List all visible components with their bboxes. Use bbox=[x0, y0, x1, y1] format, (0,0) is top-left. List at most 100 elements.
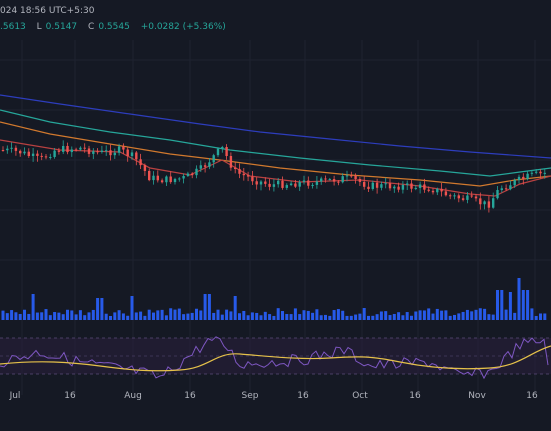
volume-bar-20 bbox=[87, 312, 91, 320]
candle-body-105 bbox=[453, 195, 456, 197]
volume-bar-102 bbox=[440, 310, 444, 320]
candle-body-63 bbox=[272, 184, 276, 187]
volume-bar-108 bbox=[465, 309, 469, 320]
candle-body-67 bbox=[289, 183, 293, 186]
candle-body-97 bbox=[418, 184, 422, 188]
volume-bar-11 bbox=[48, 315, 52, 320]
volume-bar-112 bbox=[483, 308, 487, 320]
candle-body-108 bbox=[466, 195, 469, 200]
candle-body-42 bbox=[182, 175, 185, 179]
volume-bar-3 bbox=[14, 312, 18, 320]
candle-body-112 bbox=[483, 201, 486, 205]
candle-body-111 bbox=[479, 198, 482, 205]
candle-body-18 bbox=[79, 147, 82, 150]
candle-body-19 bbox=[83, 147, 86, 149]
volume-bar-85 bbox=[367, 315, 370, 320]
volume-bar-35 bbox=[152, 312, 155, 320]
volume-bar-71 bbox=[306, 310, 310, 320]
candle-body-104 bbox=[449, 195, 452, 197]
candle-body-25 bbox=[109, 150, 112, 156]
candle-body-78 bbox=[337, 181, 340, 183]
volume-bar-76 bbox=[328, 315, 332, 320]
volume-bar-65 bbox=[281, 311, 284, 320]
volume-bar-97 bbox=[418, 310, 422, 320]
volume-bar-95 bbox=[410, 315, 413, 320]
candle-body-100 bbox=[431, 190, 435, 193]
volume-bar-44 bbox=[190, 312, 194, 320]
candle-body-91 bbox=[393, 186, 396, 189]
volume-bar-124 bbox=[534, 315, 538, 320]
x-tick-label-5: 16 bbox=[297, 391, 309, 401]
volume-bar-12 bbox=[53, 312, 57, 320]
candle-body-50 bbox=[216, 148, 220, 156]
volume-bar-84 bbox=[362, 308, 366, 320]
candle-body-27 bbox=[117, 146, 121, 153]
candle-body-125 bbox=[539, 171, 542, 174]
volume-bar-31 bbox=[134, 312, 138, 320]
candle-body-58 bbox=[251, 176, 254, 182]
candle-body-93 bbox=[401, 184, 405, 190]
candle-body-17 bbox=[74, 149, 78, 151]
volume-bar-33 bbox=[143, 315, 147, 320]
candle-body-86 bbox=[371, 182, 374, 189]
volume-bar-5 bbox=[23, 309, 26, 320]
candle-body-62 bbox=[268, 183, 271, 187]
volume-bar-18 bbox=[78, 310, 82, 320]
candle-body-13 bbox=[57, 150, 61, 152]
candle-body-24 bbox=[105, 150, 108, 152]
candle-body-106 bbox=[457, 195, 460, 199]
volume-bar-88 bbox=[379, 311, 383, 320]
x-tick-label-7: 16 bbox=[409, 391, 421, 401]
candle-body-66 bbox=[285, 185, 288, 188]
volume-bar-64 bbox=[276, 308, 280, 320]
volume-bar-113 bbox=[487, 314, 491, 320]
candle-body-96 bbox=[414, 187, 417, 189]
volume-bar-56 bbox=[242, 310, 246, 320]
candle-body-109 bbox=[470, 195, 473, 197]
volume-bar-48 bbox=[207, 294, 211, 320]
candle-body-83 bbox=[358, 179, 362, 182]
volume-bar-87 bbox=[375, 314, 379, 320]
ma-mid-line bbox=[0, 109, 551, 177]
candle-body-44 bbox=[191, 173, 194, 176]
ma-long-line bbox=[0, 94, 551, 159]
candle-body-39 bbox=[169, 176, 172, 183]
x-tick-label-8: Nov bbox=[468, 391, 486, 401]
volume-bar-49 bbox=[212, 312, 216, 320]
volume-bar-8 bbox=[35, 312, 39, 320]
candle-body-79 bbox=[341, 176, 344, 183]
volume-bar-80 bbox=[345, 315, 349, 320]
volume-bar-116 bbox=[500, 290, 504, 320]
chart-svg: Jul 16 Aug 16 Sep 16 Oct 16 Nov 16 bbox=[0, 40, 551, 401]
volume-bar-16 bbox=[70, 310, 74, 320]
volume-bar-1 bbox=[5, 313, 9, 320]
candle-body-81 bbox=[350, 175, 353, 177]
candle-body-47 bbox=[203, 165, 207, 167]
volume-bar-107 bbox=[461, 311, 465, 320]
candle-body-32 bbox=[139, 159, 142, 166]
candle-body-80 bbox=[345, 175, 349, 177]
volume-bar-115 bbox=[496, 290, 499, 320]
volume-bar-45 bbox=[195, 308, 198, 320]
candle-body-116 bbox=[500, 188, 503, 191]
volume-bar-54 bbox=[233, 296, 237, 320]
volume-bar-74 bbox=[319, 315, 323, 320]
candle-body-37 bbox=[160, 180, 164, 183]
volume-bar-26 bbox=[113, 312, 117, 320]
volume-bar-25 bbox=[109, 315, 112, 320]
ma-short-line bbox=[0, 121, 551, 187]
candle-body-69 bbox=[298, 181, 301, 187]
volume-bar-89 bbox=[384, 311, 388, 320]
candle-body-99 bbox=[427, 189, 430, 191]
volume-bar-81 bbox=[349, 315, 353, 320]
candle-body-85 bbox=[367, 186, 370, 189]
volume-bar-17 bbox=[74, 314, 78, 320]
volume-bar-40 bbox=[173, 309, 177, 320]
candle-body-10 bbox=[44, 156, 48, 158]
candle-body-38 bbox=[165, 176, 168, 183]
candle-body-90 bbox=[388, 183, 392, 189]
candle-body-72 bbox=[311, 184, 314, 186]
volume-bar-24 bbox=[104, 313, 108, 320]
candle-body-59 bbox=[255, 181, 258, 185]
volume-bar-58 bbox=[250, 312, 254, 320]
